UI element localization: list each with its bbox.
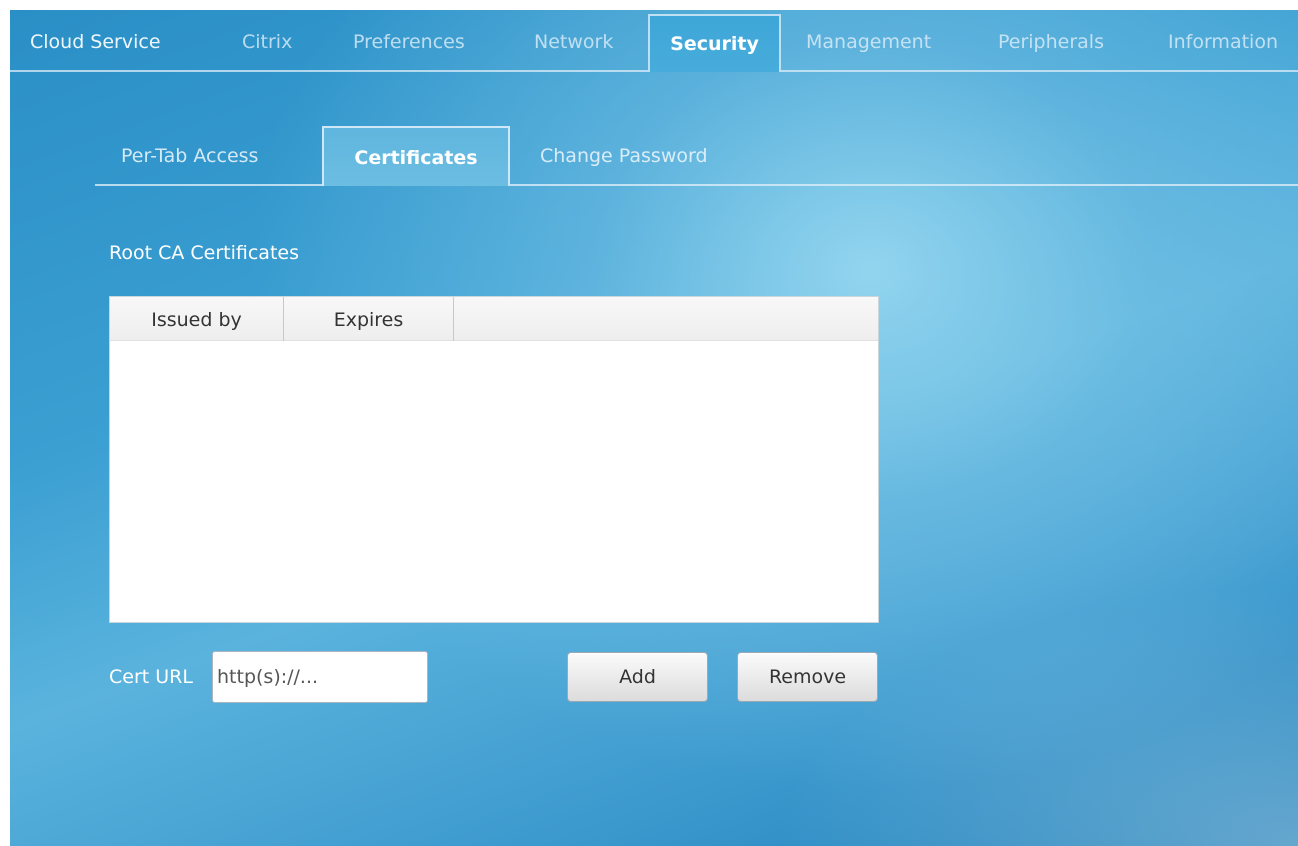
- settings-screen: Cloud Service Citrix Preferences Network…: [10, 10, 1298, 846]
- subtab-certificates[interactable]: Certificates: [322, 126, 510, 186]
- table-body: [110, 341, 878, 622]
- column-header-expires[interactable]: Expires: [284, 297, 454, 341]
- cert-url-label: Cert URL: [109, 666, 193, 688]
- section-title: Root CA Certificates: [109, 242, 299, 264]
- tab-preferences[interactable]: Preferences: [353, 14, 465, 70]
- tab-management[interactable]: Management: [806, 14, 931, 70]
- tab-network[interactable]: Network: [534, 14, 613, 70]
- tab-information[interactable]: Information: [1168, 14, 1278, 70]
- tab-citrix[interactable]: Citrix: [242, 14, 292, 70]
- cert-url-input[interactable]: [212, 651, 428, 703]
- subtab-change-password[interactable]: Change Password: [540, 126, 708, 184]
- root-ca-certificates-table[interactable]: Issued by Expires: [109, 296, 879, 623]
- remove-button[interactable]: Remove: [737, 652, 878, 702]
- main-tab-bar: Cloud Service Citrix Preferences Network…: [10, 10, 1298, 72]
- column-header-issued-by[interactable]: Issued by: [110, 297, 284, 341]
- add-button[interactable]: Add: [567, 652, 708, 702]
- tab-security[interactable]: Security: [648, 14, 781, 72]
- table-header: Issued by Expires: [110, 297, 878, 341]
- tab-peripherals[interactable]: Peripherals: [998, 14, 1104, 70]
- tab-cloud-service[interactable]: Cloud Service: [30, 14, 161, 70]
- subtab-per-tab-access[interactable]: Per-Tab Access: [121, 126, 258, 184]
- security-sub-tab-bar: Per-Tab Access Certificates Change Passw…: [95, 126, 1298, 186]
